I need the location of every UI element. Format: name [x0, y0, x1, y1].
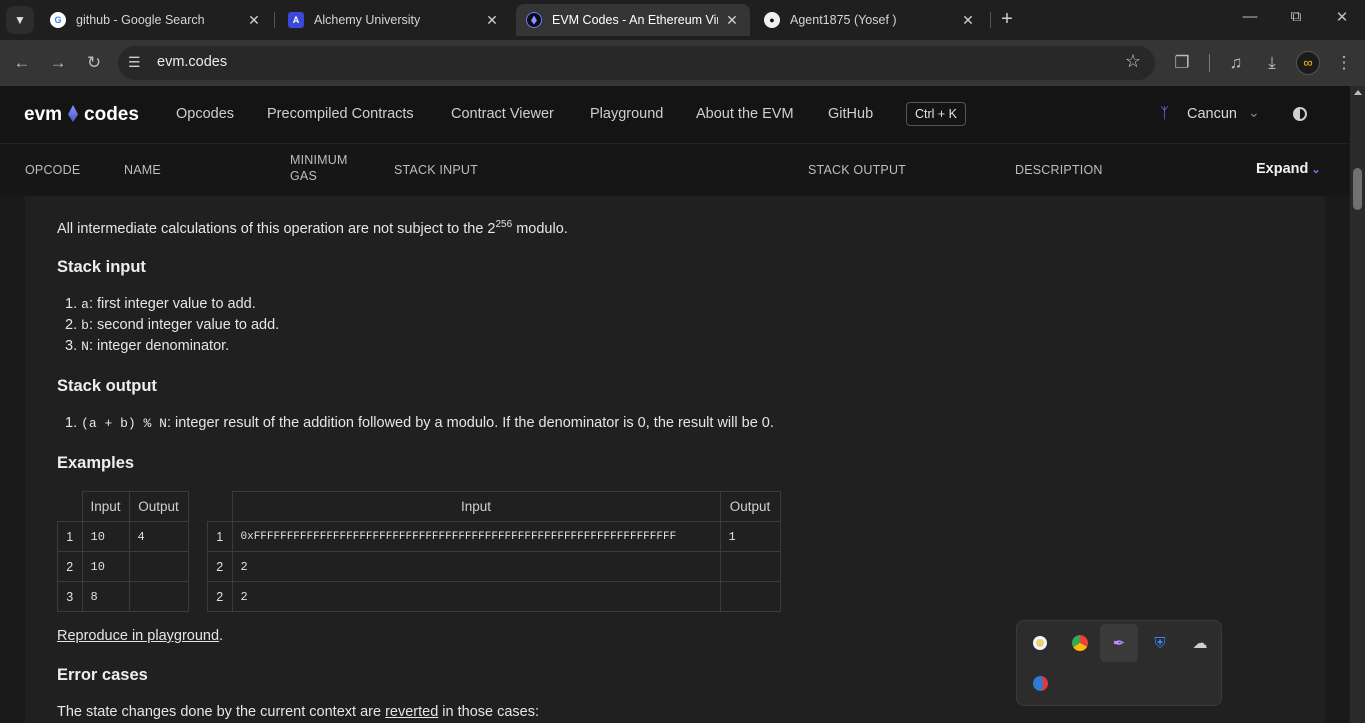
examples-heading: Examples	[57, 454, 135, 472]
toolbar-divider	[1209, 54, 1210, 72]
url-text[interactable]: evm.codes	[157, 54, 227, 70]
feather-app-icon[interactable]: ✒	[1100, 624, 1138, 662]
back-arrow-icon[interactable]: ←	[10, 51, 34, 75]
example-table-2: Input Output 1 0xFFFFFFFFFFFFFFFFFFFFFFF…	[207, 491, 781, 612]
reproduce-in-playground-link[interactable]: Reproduce in playground	[57, 628, 219, 644]
tab-divider	[274, 12, 275, 28]
column-input: Input	[231, 491, 721, 522]
bookmark-star-icon[interactable]: ☆	[1125, 51, 1141, 72]
site-settings-icon[interactable]: ☰	[128, 54, 141, 71]
tab-divider	[990, 12, 991, 28]
nav-opcodes[interactable]: Opcodes	[176, 106, 234, 122]
git-fork-icon: ᛉ	[1160, 105, 1170, 122]
error-cases-paragraph: The state changes done by the current co…	[57, 704, 540, 720]
stack-input-item: 3. N: integer denominator.	[65, 338, 230, 354]
table-row: 2 2	[207, 581, 781, 612]
table-header-row: Input Output	[58, 491, 189, 522]
column-opcode[interactable]: OPCODE	[25, 163, 80, 177]
close-tab-icon[interactable]: ✕	[246, 12, 262, 29]
column-stack-output[interactable]: STACK OUTPUT	[808, 163, 906, 177]
download-icon[interactable]: ⤓	[1260, 51, 1284, 75]
nav-about-evm[interactable]: About the EVM	[696, 106, 794, 122]
disc-app-icon[interactable]	[1021, 624, 1059, 662]
error-cases-heading: Error cases	[57, 666, 148, 684]
chevron-down-icon: ⌄	[1311, 164, 1321, 176]
intro-paragraph: All intermediate calculations of this op…	[57, 219, 568, 237]
stack-input-item: 1. a: first integer value to add.	[65, 296, 256, 312]
close-tab-icon[interactable]: ✕	[724, 12, 740, 29]
column-stack-input[interactable]: STACK INPUT	[394, 163, 478, 177]
new-tab-icon[interactable]: +	[996, 8, 1018, 32]
nav-contract-viewer[interactable]: Contract Viewer	[451, 106, 554, 122]
close-window-icon[interactable]: ✕	[1331, 8, 1353, 26]
restore-icon[interactable]: ⧉	[1285, 8, 1307, 25]
tab-evm-codes[interactable]: EVM Codes - An Ethereum Virtu ✕	[516, 4, 750, 36]
table-row: 2 2	[207, 551, 781, 582]
nav-precompiled-contracts[interactable]: Precompiled Contracts	[267, 106, 414, 122]
tab-google-search[interactable]: G github - Google Search ✕	[40, 4, 272, 36]
notification-app-icon[interactable]	[1021, 664, 1059, 702]
expand-button[interactable]: Expand ⌄	[1256, 161, 1321, 177]
fork-selector[interactable]: Cancun	[1187, 106, 1237, 122]
column-description[interactable]: DESCRIPTION	[1015, 163, 1103, 177]
profile-avatar-icon[interactable]: ∞	[1296, 51, 1320, 75]
chevron-down-icon: ▼	[14, 13, 26, 27]
tab-search-button[interactable]: ▼	[6, 6, 34, 34]
page-scrollbar[interactable]	[1350, 86, 1365, 723]
search-shortcut-button[interactable]: Ctrl + K	[906, 102, 967, 126]
table-row: 3 8	[57, 581, 189, 612]
reproduce-paragraph: Reproduce in playground.	[57, 628, 224, 644]
site-header: evm codes Opcodes Precompiled Contracts C…	[0, 86, 1350, 144]
stack-input-item: 2. b: second integer value to add.	[65, 317, 280, 333]
scroll-up-arrow-icon[interactable]	[1354, 90, 1362, 95]
tab-github-agent[interactable]: ● Agent1875 (Yosef ) ✕	[754, 4, 986, 36]
chevron-down-icon[interactable]: ⌄	[1248, 104, 1260, 121]
table-row: 1 10 4	[57, 521, 189, 552]
ethereum-icon	[526, 12, 542, 28]
cloud-offline-icon[interactable]: ☁	[1181, 624, 1219, 662]
close-tab-icon[interactable]: ✕	[960, 12, 976, 29]
stack-output-heading: Stack output	[57, 377, 157, 395]
forward-arrow-icon[interactable]: →	[46, 51, 70, 75]
table-row: 1 0xFFFFFFFFFFFFFFFFFFFFFFFFFFFFFFFFFFFF…	[207, 521, 781, 552]
column-input: Input	[81, 491, 130, 522]
scrollbar-thumb[interactable]	[1353, 168, 1362, 210]
reload-icon[interactable]: ↻	[82, 51, 106, 75]
nav-playground[interactable]: Playground	[590, 106, 663, 122]
close-tab-icon[interactable]: ✕	[484, 12, 500, 29]
extensions-puzzle-icon[interactable]: ❐	[1170, 51, 1194, 75]
site-logo[interactable]: evm codes	[24, 104, 139, 126]
stack-input-heading: Stack input	[57, 258, 146, 276]
alchemy-icon: A	[288, 12, 304, 28]
table-row: 2 10	[57, 551, 189, 582]
column-output: Output	[719, 491, 781, 522]
chrome-icon[interactable]	[1061, 624, 1099, 662]
more-menu-icon[interactable]: ⋮	[1332, 51, 1356, 75]
tab-alchemy-university[interactable]: A Alchemy University ✕	[278, 4, 510, 36]
browser-tab-strip: ▼ G github - Google Search ✕ A Alchemy U…	[0, 0, 1365, 40]
google-icon: G	[50, 12, 66, 28]
github-icon: ●	[764, 12, 780, 28]
address-bar[interactable]: ☰ evm.codes ☆	[118, 46, 1155, 80]
security-warning-icon[interactable]: ⛨	[1141, 624, 1179, 662]
column-minimum-gas-line1[interactable]: MINIMUM	[290, 153, 348, 167]
system-tray-overflow: ✒ ⛨ ☁	[1016, 620, 1222, 706]
minimize-icon[interactable]: —	[1239, 8, 1261, 25]
browser-toolbar: ← → ↻ ☰ evm.codes ☆ ❐ ♫ ⤓ ∞ ⋮	[0, 40, 1365, 86]
column-name[interactable]: NAME	[124, 163, 161, 177]
reverted-link[interactable]: reverted	[385, 704, 438, 720]
theme-toggle-icon[interactable]	[1293, 107, 1307, 121]
ethereum-diamond-icon	[68, 105, 79, 122]
column-output: Output	[128, 491, 189, 522]
nav-github[interactable]: GitHub	[828, 106, 873, 122]
column-minimum-gas-line2[interactable]: GAS	[290, 169, 317, 183]
table-header-row: Input Output	[208, 491, 781, 522]
example-table-1: Input Output 1 10 4 2 10 3 8	[57, 491, 189, 612]
opcode-table-header: OPCODE NAME MINIMUM GAS STACK INPUT STAC…	[0, 144, 1350, 196]
media-controls-icon[interactable]: ♫	[1224, 51, 1248, 75]
stack-output-item: 1. (a + b) % N: integer result of the ad…	[65, 415, 774, 431]
